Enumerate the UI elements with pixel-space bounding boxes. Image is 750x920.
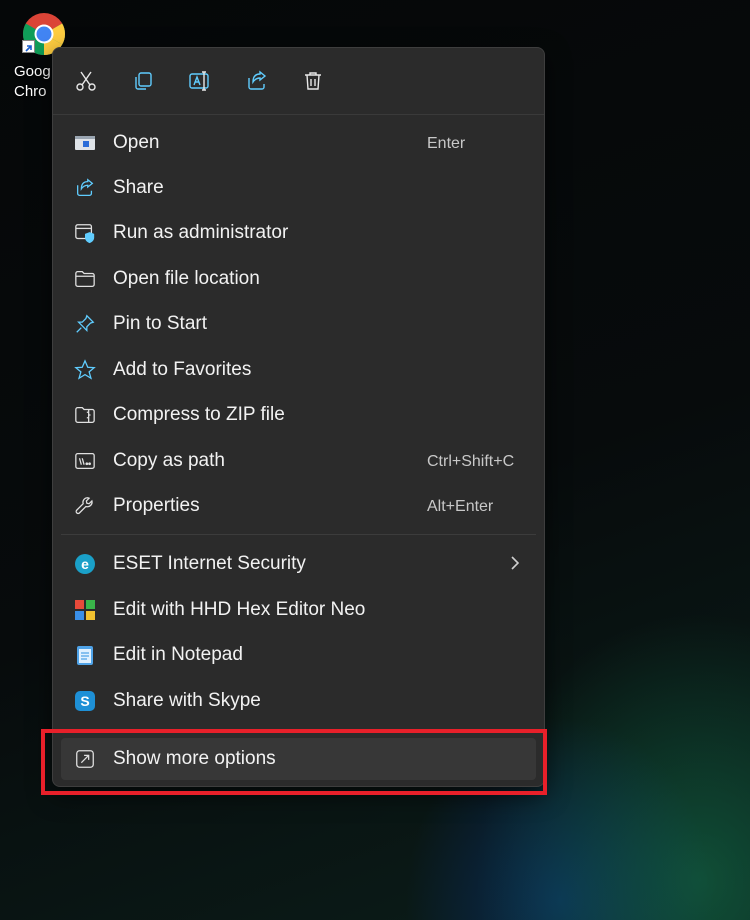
open-window-icon: [73, 131, 97, 155]
rename-icon: [189, 71, 209, 91]
copy-path-icon: [73, 449, 97, 473]
delete-button[interactable]: [298, 66, 328, 96]
skype-badge: S: [75, 691, 95, 711]
menu-item-open-file-location[interactable]: Open file location: [61, 258, 536, 300]
share-icon: [248, 70, 267, 90]
menu-item-edit-in-notepad[interactable]: Edit in Notepad: [61, 634, 536, 676]
hex-editor-icon: [73, 598, 97, 622]
delete-icon: [305, 72, 321, 90]
rename-button[interactable]: [185, 66, 215, 96]
pin-icon: [73, 312, 97, 336]
eset-badge: e: [75, 554, 95, 574]
menu-item-label: Share with Skype: [113, 690, 261, 711]
menu-item-label: Pin to Start: [113, 313, 207, 334]
menu-item-run-as-administrator[interactable]: Run as administrator: [61, 212, 536, 254]
shield-admin-icon: [73, 221, 97, 245]
menu-item-label: Edit with HHD Hex Editor Neo: [113, 599, 366, 620]
context-menu: Open Enter Share Run as administrator Op…: [52, 47, 545, 787]
notepad-icon: [73, 643, 97, 667]
menu-item-label: ESET Internet Security: [113, 553, 306, 574]
menu-item-label: Edit in Notepad: [113, 644, 243, 665]
share-button[interactable]: [242, 66, 272, 96]
copy-button[interactable]: [128, 66, 158, 96]
cut-button[interactable]: [71, 66, 101, 96]
copy-icon: [135, 72, 152, 90]
wrench-icon: [73, 494, 97, 518]
menu-item-label: Add to Favorites: [113, 359, 252, 380]
menu-item-shortcut: Alt+Enter: [427, 498, 494, 515]
menu-item-add-to-favorites[interactable]: Add to Favorites: [61, 349, 536, 391]
highlight-annotation-box: [41, 729, 547, 795]
skype-icon: S: [73, 689, 97, 713]
context-menu-toolbar: [53, 48, 544, 115]
menu-item-pin-to-start[interactable]: Pin to Start: [61, 303, 536, 345]
menu-item-label: Open file location: [113, 268, 260, 289]
menu-item-label: Run as administrator: [113, 222, 289, 243]
eset-icon: e: [73, 552, 97, 576]
shortcut-arrow-icon: [22, 40, 35, 53]
menu-item-properties[interactable]: Properties Alt+Enter: [61, 485, 536, 527]
menu-item-open[interactable]: Open Enter: [61, 122, 536, 164]
menu-item-label: Open: [113, 132, 160, 153]
chevron-right-icon: [511, 556, 520, 570]
menu-item-label: Compress to ZIP file: [113, 404, 285, 425]
menu-item-label: Share: [113, 177, 164, 198]
share-icon: [73, 176, 97, 200]
menu-item-shortcut: Ctrl+Shift+C: [427, 453, 515, 470]
menu-item-edit-with-hhd-hex-editor[interactable]: Edit with HHD Hex Editor Neo: [61, 589, 536, 631]
menu-item-share[interactable]: Share: [61, 167, 536, 209]
menu-divider: [61, 534, 536, 535]
folder-icon: [73, 267, 97, 291]
zip-folder-icon: [73, 403, 97, 427]
menu-item-label: Properties: [113, 495, 200, 516]
menu-item-label: Copy as path: [113, 450, 225, 471]
star-icon: [73, 358, 97, 382]
menu-item-share-with-skype[interactable]: S Share with Skype: [61, 680, 536, 722]
menu-item-shortcut: Enter: [427, 135, 466, 152]
menu-item-eset-internet-security[interactable]: e ESET Internet Security: [61, 543, 536, 585]
menu-item-copy-as-path[interactable]: Copy as path Ctrl+Shift+C: [61, 440, 536, 482]
menu-item-compress-to-zip[interactable]: Compress to ZIP file: [61, 394, 536, 436]
cut-icon: [76, 71, 96, 91]
